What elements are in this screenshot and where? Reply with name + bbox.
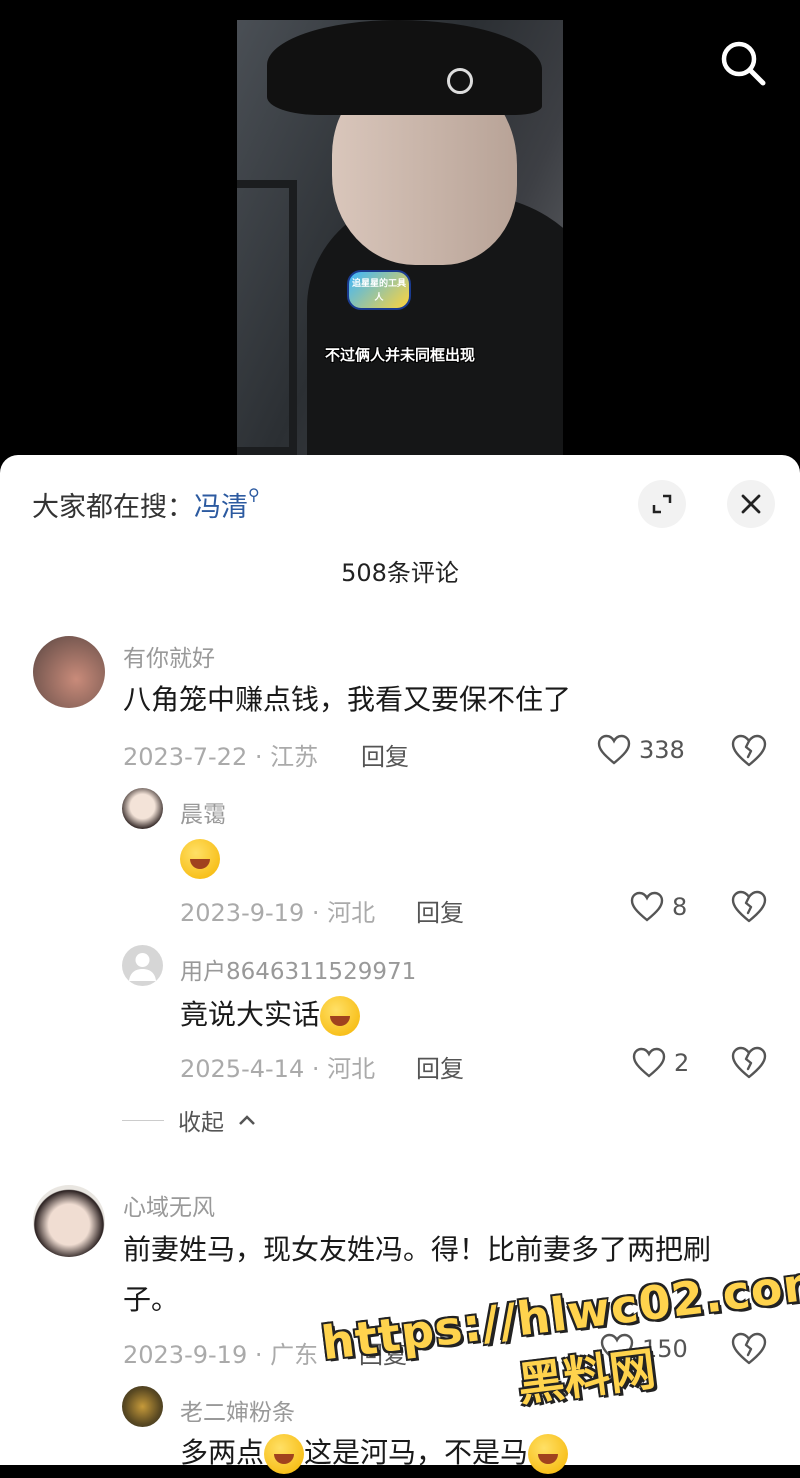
reply-button[interactable]: 回复 <box>416 1049 464 1084</box>
video-door-bg <box>237 180 297 455</box>
heart-icon <box>600 1333 634 1364</box>
close-icon <box>741 494 761 514</box>
hot-search-bar[interactable]: 大家都在搜：冯清⚲ <box>32 485 260 524</box>
reply-text <box>180 833 220 883</box>
reply-username[interactable]: 老二婶粉条 <box>180 1393 295 1427</box>
comment-count: 508条评论 <box>341 559 459 587</box>
collapse-replies-button[interactable]: 收起 <box>122 1103 256 1137</box>
like-button[interactable]: 150 <box>600 1333 688 1365</box>
video-subtitle: 不过俩人并未同框出现 <box>324 346 475 364</box>
heart-icon <box>630 891 664 922</box>
collapse-label: 收起 <box>178 1110 224 1136</box>
avatar[interactable] <box>33 1185 105 1257</box>
reply-text: 竟说大实话 <box>180 990 361 1040</box>
divider <box>122 1119 164 1121</box>
comment-text: 八角笼中赚点钱，我看又要保不住了 <box>123 683 572 716</box>
avatar[interactable] <box>33 636 105 708</box>
avatar[interactable] <box>122 788 163 829</box>
like-count: 2 <box>674 1049 690 1077</box>
reply-text: 多两点 这是河马，不是马 <box>180 1428 569 1478</box>
default-user-icon <box>129 953 156 981</box>
reply-text-part1: 多两点 <box>180 1436 265 1469</box>
video-frame[interactable]: 追星星的工具人 不过俩人并未同框出现 <box>237 20 563 455</box>
video-player[interactable]: 追星星的工具人 不过俩人并未同框出现 <box>0 0 800 470</box>
reply-meta: 2025-4-14 · 河北 <box>180 1055 376 1083</box>
laughing-tears-emoji-icon <box>320 996 361 1036</box>
close-button[interactable] <box>727 480 775 528</box>
search-button[interactable] <box>718 38 768 88</box>
hot-search-keyword[interactable]: 冯清 <box>194 492 248 523</box>
search-icon <box>721 41 766 86</box>
reply-button[interactable]: 回复 <box>359 1335 407 1370</box>
comment-meta: 2023-9-19 · 广东 <box>123 1341 319 1369</box>
dislike-button[interactable] <box>731 1046 767 1082</box>
reply-text-content: 竟说大实话 <box>180 998 321 1031</box>
like-button[interactable]: 2 <box>632 1047 689 1079</box>
expand-icon <box>652 494 672 514</box>
comment-username[interactable]: 有你就好 <box>123 639 215 673</box>
reply-meta: 2023-9-19 · 河北 <box>180 899 376 927</box>
comment-username[interactable]: 心域无风 <box>123 1188 215 1222</box>
like-count: 338 <box>639 736 685 764</box>
like-count: 150 <box>642 1335 688 1363</box>
like-button[interactable]: 8 <box>630 891 687 923</box>
reply-text-part2: 这是河马，不是马 <box>304 1436 529 1469</box>
laughing-emoji-icon <box>180 839 220 879</box>
broken-heart-icon <box>731 1046 767 1079</box>
crying-emoji-icon <box>264 1434 305 1474</box>
search-small-icon: ⚲ <box>248 485 260 504</box>
video-sticker: 追星星的工具人 <box>347 270 411 310</box>
avatar[interactable] <box>122 945 163 986</box>
broken-heart-icon <box>731 1332 767 1365</box>
broken-heart-icon <box>731 734 767 767</box>
reply-button[interactable]: 回复 <box>361 737 409 772</box>
heart-icon <box>597 734 631 765</box>
comment-text: 前妻姓马，现女友姓冯。得！比前妻多了两把刷 <box>123 1233 712 1266</box>
reply-username[interactable]: 用户8646311529971 <box>180 952 416 986</box>
like-button[interactable]: 338 <box>597 734 685 766</box>
avatar[interactable] <box>122 1386 163 1427</box>
expand-button[interactable] <box>638 480 686 528</box>
cap-logo-icon <box>447 68 473 94</box>
dislike-button[interactable] <box>731 890 767 926</box>
reply-button[interactable]: 回复 <box>416 893 464 928</box>
comment-meta: 2023-7-22 · 江苏 <box>123 743 319 771</box>
reply-username[interactable]: 晨霭 <box>180 795 226 829</box>
video-person-cap <box>267 20 542 115</box>
laughing-tears-emoji-icon <box>528 1434 569 1474</box>
like-count: 8 <box>672 893 688 921</box>
comment-text-line2: 子。 <box>123 1283 180 1316</box>
hot-search-prefix: 大家都在搜： <box>32 492 194 523</box>
dislike-button[interactable] <box>731 734 767 770</box>
heart-icon <box>632 1047 666 1078</box>
comment-panel: 大家都在搜：冯清⚲ 508条评论 有你就好 八角笼中赚点钱，我看又要保不住了 2… <box>0 455 800 1474</box>
dislike-button[interactable] <box>731 1332 767 1368</box>
broken-heart-icon <box>731 890 767 923</box>
chevron-up-icon <box>239 1115 255 1125</box>
